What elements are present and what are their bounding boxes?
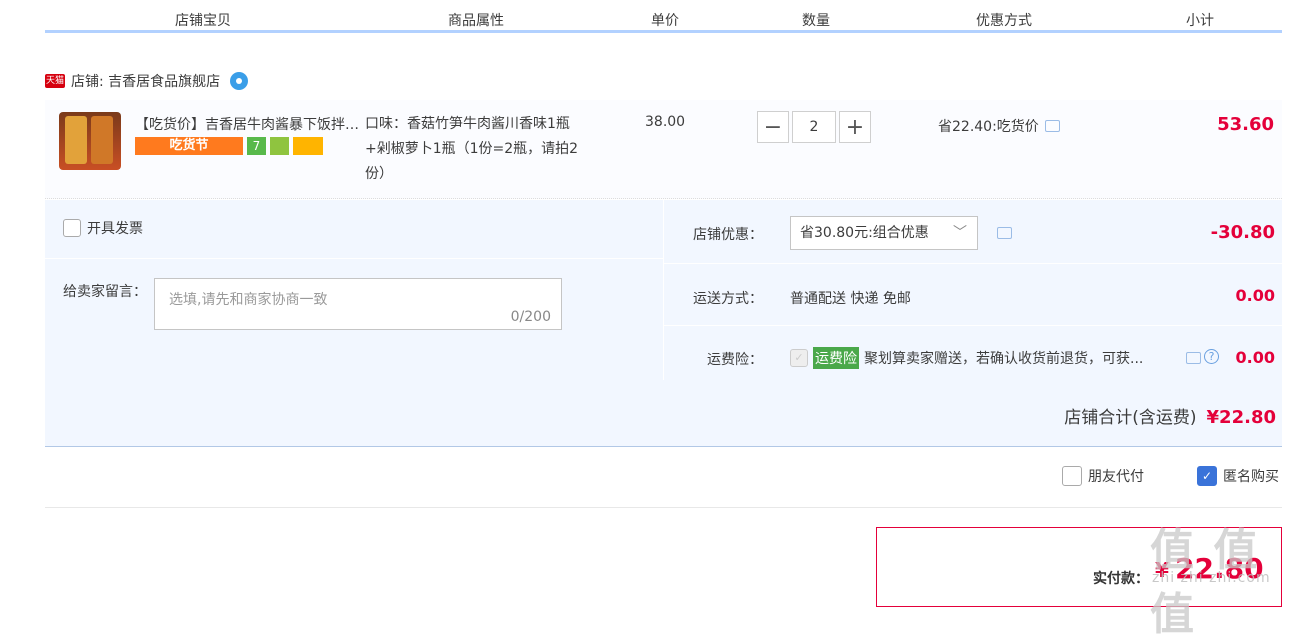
col-quantity: 数量 bbox=[802, 13, 830, 29]
message-char-counter: 0/200 bbox=[510, 309, 551, 325]
order-extras: 开具发票 给卖家留言： 选填,请先和商家协商一致 0/200 bbox=[45, 200, 663, 380]
divider bbox=[45, 507, 1282, 508]
comment-bubble-icon[interactable] bbox=[997, 227, 1012, 239]
quantity-plus-button[interactable]: + bbox=[839, 111, 871, 143]
header-underline bbox=[45, 30, 1282, 33]
wangwang-chat-icon[interactable] bbox=[230, 72, 249, 90]
item-subtotal: 53.60 bbox=[1217, 114, 1274, 135]
shop-discount-row: 店铺优惠： 省30.80元:组合优惠 ﹀ -30.80 bbox=[664, 200, 1283, 262]
product-thumbnail[interactable] bbox=[59, 112, 121, 170]
insurance-row: 运费险： ✓ 运费险 聚划算卖家赠送，若确认收货前退货，可获... ? 0.00 bbox=[664, 326, 1283, 388]
anonymous-label: 匿名购买 bbox=[1223, 469, 1279, 485]
shop-discount-select[interactable]: 省30.80元:组合优惠 ﹀ bbox=[790, 216, 978, 250]
invoice-checkbox[interactable] bbox=[63, 219, 81, 237]
comment-bubble-icon[interactable] bbox=[1186, 352, 1201, 364]
tmall-icon: 天猫 bbox=[45, 74, 65, 88]
insurance-value: 0.00 bbox=[1235, 348, 1275, 367]
invoice-label: 开具发票 bbox=[87, 221, 143, 237]
divider bbox=[45, 258, 663, 259]
comment-bubble-icon[interactable] bbox=[1044, 120, 1060, 132]
cart-item-row: 【吃货价】吉香居牛肉酱暴下饭拌面酱下饭菜 吃货节 7 口味：香菇竹笋牛肉酱川香味… bbox=[45, 100, 1282, 199]
watermark-site: zhi zhi zhi.com bbox=[1152, 570, 1271, 586]
insurance-badge: 运费险 bbox=[813, 347, 859, 369]
insurance-text: 聚划算卖家赠送，若确认收货前退货，可获... bbox=[864, 351, 1144, 367]
quantity-minus-button[interactable]: − bbox=[757, 111, 789, 143]
insurance-label: 运费险： bbox=[707, 352, 763, 368]
shop-discount-value: -30.80 bbox=[1210, 222, 1275, 243]
shipping-label: 运送方式： bbox=[693, 291, 763, 307]
invoice-option[interactable]: 开具发票 bbox=[63, 218, 143, 238]
item-promotion: 省22.40:吃货价 bbox=[938, 116, 1060, 136]
payment-label: 实付款： bbox=[1093, 571, 1149, 587]
col-shop-item: 店铺宝贝 bbox=[175, 13, 231, 29]
col-item-properties: 商品属性 bbox=[448, 13, 504, 29]
quantity-stepper: − 2 + bbox=[757, 111, 871, 143]
seller-message-input[interactable]: 选填,请先和商家协商一致 0/200 bbox=[154, 278, 562, 330]
shop-guarantee-icon bbox=[270, 137, 289, 155]
shipping-value: 0.00 bbox=[1235, 286, 1275, 305]
message-label: 给卖家留言： bbox=[63, 284, 147, 300]
shop-total-label: 店铺合计(含运费) bbox=[1064, 408, 1197, 428]
friend-pay-option[interactable]: 朋友代付 bbox=[1062, 466, 1144, 486]
order-costs: 店铺优惠： 省30.80元:组合优惠 ﹀ -30.80 运送方式： 普通配送 快… bbox=[663, 200, 1283, 380]
shipping-row: 运送方式： 普通配送 快递 免邮 0.00 bbox=[664, 264, 1283, 326]
col-subtotal: 小计 bbox=[1186, 13, 1214, 29]
chevron-down-icon: ﹀ bbox=[953, 225, 967, 241]
shop-discount-label: 店铺优惠： bbox=[693, 227, 763, 243]
quantity-input[interactable]: 2 bbox=[792, 111, 836, 143]
shop-total: 店铺合计(含运费) ¥22.80 bbox=[1064, 403, 1276, 428]
seven-day-return-icon: 7 bbox=[247, 137, 266, 155]
shop-row: 天猫 店铺: 吉香居食品旗舰店 bbox=[45, 70, 249, 92]
product-badges: 吃货节 7 bbox=[135, 137, 323, 155]
col-unit-price: 单价 bbox=[651, 13, 679, 29]
credit-card-icon bbox=[293, 137, 323, 155]
insurance-checkbox: ✓ bbox=[790, 349, 808, 367]
promotion-text: 省22.40:吃货价 bbox=[938, 119, 1039, 135]
friend-pay-label: 朋友代付 bbox=[1088, 469, 1144, 485]
shop-total-value: ¥22.80 bbox=[1206, 407, 1276, 428]
col-discount: 优惠方式 bbox=[976, 13, 1032, 29]
product-title[interactable]: 【吃货价】吉香居牛肉酱暴下饭拌面酱下饭菜 bbox=[135, 114, 361, 134]
friend-pay-checkbox[interactable] bbox=[1062, 466, 1082, 486]
order-table-header: 店铺宝贝 商品属性 单价 数量 优惠方式 小计 bbox=[45, 0, 1282, 34]
shipping-method: 普通配送 快递 免邮 bbox=[790, 291, 911, 307]
help-icon[interactable]: ? bbox=[1204, 349, 1219, 364]
unit-price: 38.00 bbox=[645, 114, 686, 130]
anonymous-checkbox[interactable]: ✓ bbox=[1197, 466, 1217, 486]
anonymous-option[interactable]: ✓ 匿名购买 bbox=[1197, 466, 1279, 486]
chihuo-festival-badge: 吃货节 bbox=[135, 137, 243, 155]
message-placeholder: 选填,请先和商家协商一致 bbox=[169, 292, 328, 308]
shop-discount-selected: 省30.80元:组合优惠 bbox=[800, 225, 929, 241]
order-details-panel: 开具发票 给卖家留言： 选填,请先和商家协商一致 0/200 店铺优惠： 省30… bbox=[45, 200, 1283, 447]
product-properties: 口味：香菇竹笋牛肉酱川香味1瓶+剁椒萝卜1瓶（1份=2瓶，请拍2份） bbox=[365, 116, 579, 182]
insurance-info: ✓ 运费险 聚划算卖家赠送，若确认收货前退货，可获... bbox=[790, 347, 1143, 369]
shop-name[interactable]: 店铺: 吉香居食品旗舰店 bbox=[71, 71, 220, 91]
